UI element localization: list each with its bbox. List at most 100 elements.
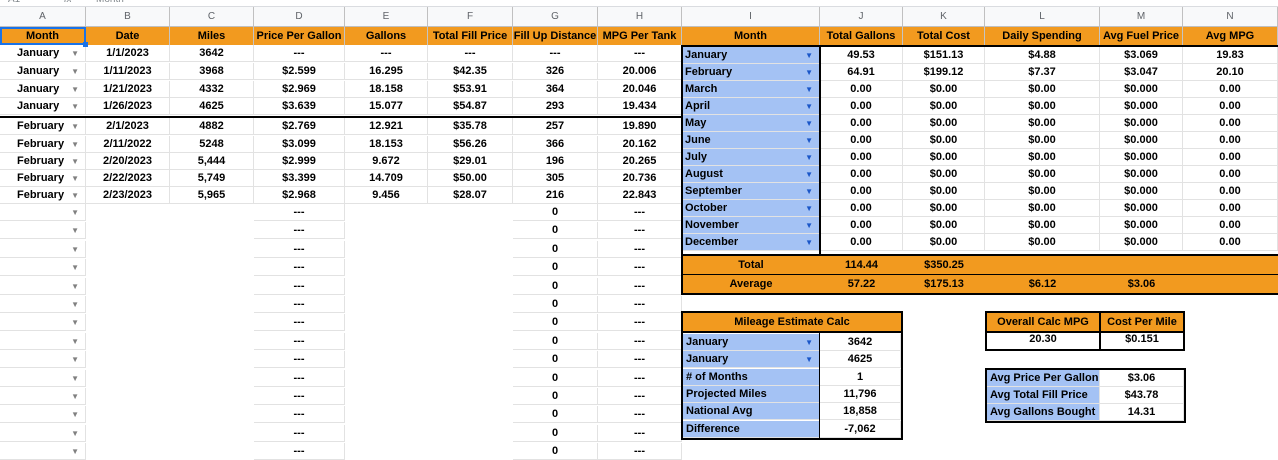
log-cell-miles[interactable]: 3968 [170,63,254,80]
log-cell-distance[interactable]: --- [513,45,598,62]
log-cell-price[interactable]: $3.399 [254,170,345,187]
empty-distance-cell[interactable]: 0 [513,388,598,405]
log-cell-date[interactable]: 2/1/2023 [86,118,170,135]
summary-average-gallons[interactable]: 57.22 [820,276,903,293]
log-cell-mpg[interactable]: --- [598,45,682,62]
empty-mpg-cell[interactable]: --- [598,369,682,387]
log-cell-price[interactable]: $3.099 [254,136,345,153]
empty-mpg-cell[interactable]: --- [598,351,682,369]
empty-distance-cell[interactable]: 0 [513,443,598,460]
log-cell-fill[interactable]: $42.35 [428,63,513,80]
log-cell-date[interactable]: 2/22/2023 [86,170,170,187]
empty-mpg-cell[interactable]: --- [598,424,682,442]
chevron-down-icon[interactable]: ▼ [71,370,79,386]
column-header-e[interactable]: E [345,7,428,27]
selection-handle[interactable] [83,42,88,47]
mileage-label-cell[interactable]: January ▼ [683,334,820,351]
log-cell-mpg[interactable]: 20.046 [598,81,682,98]
log-cell-date[interactable]: 1/26/2023 [86,98,170,115]
log-cell-month[interactable]: January ▼ [0,98,86,115]
chevron-down-icon[interactable]: ▼ [71,314,79,330]
log-cell-fill[interactable]: $28.07 [428,187,513,204]
log-cell-month[interactable]: February ▼ [0,153,86,170]
empty-mpg-cell[interactable]: --- [598,406,682,424]
log-cell-gallons[interactable]: 16.295 [345,63,428,80]
formula-input[interactable]: Month [96,0,124,5]
summary-header-1[interactable]: Total Gallons [820,27,903,45]
summary-header-4[interactable]: Avg Fuel Price [1100,27,1183,45]
log-cell-distance[interactable]: 196 [513,153,598,170]
empty-month-cell[interactable]: ▼ [0,314,86,332]
average-value[interactable]: 14.31 [1100,404,1184,421]
log-cell-miles[interactable]: 5,965 [170,187,254,204]
log-cell-date[interactable]: 2/23/2023 [86,187,170,204]
empty-price-cell[interactable]: --- [254,406,345,424]
empty-month-cell[interactable]: ▼ [0,406,86,424]
chevron-down-icon[interactable]: ▼ [71,406,79,422]
log-cell-month[interactable]: February ▼ [0,170,86,187]
log-cell-gallons[interactable]: 12.921 [345,118,428,135]
empty-price-cell[interactable]: --- [254,222,345,240]
empty-distance-cell[interactable]: 0 [513,332,598,350]
empty-month-cell[interactable]: ▼ [0,277,86,295]
chevron-down-icon[interactable]: ▼ [71,278,79,294]
log-cell-fill[interactable]: --- [428,45,513,62]
log-cell-month[interactable]: January ▼ [0,45,86,62]
summary-average-price[interactable]: $3.06 [1100,276,1183,293]
empty-month-cell[interactable]: ▼ [0,424,86,442]
summary-header-2[interactable]: Total Cost [903,27,985,45]
empty-mpg-cell[interactable]: --- [598,314,682,332]
log-cell-fill[interactable]: $56.26 [428,136,513,153]
log-cell-distance[interactable]: 293 [513,98,598,115]
chevron-down-icon[interactable]: ▼ [71,259,79,275]
average-value[interactable]: $43.78 [1100,387,1184,404]
summary-total-gallons[interactable]: 114.44 [820,257,903,274]
column-header-b[interactable]: B [86,7,170,27]
summary-average-cost[interactable]: $175.13 [903,276,985,293]
mileage-value[interactable]: 11,796 [820,385,901,403]
overall-mpg-value[interactable]: 20.30 [985,331,1101,351]
empty-distance-cell[interactable]: 0 [513,222,598,240]
log-cell-date[interactable]: 1/1/2023 [86,45,170,62]
cell-reference[interactable]: A1 [8,0,20,5]
log-header-7[interactable]: MPG Per Tank [598,27,682,45]
chevron-down-icon[interactable]: ▼ [71,443,79,459]
log-cell-gallons[interactable]: 18.153 [345,136,428,153]
log-cell-price[interactable]: --- [254,45,345,62]
chevron-down-icon[interactable]: ▼ [71,118,79,134]
mileage-value[interactable]: -7,062 [820,420,901,438]
log-cell-miles[interactable]: 4882 [170,118,254,135]
mileage-title[interactable]: Mileage Estimate Calc [681,311,903,333]
empty-month-cell[interactable]: ▼ [0,388,86,405]
chevron-down-icon[interactable]: ▼ [71,153,79,169]
log-header-2[interactable]: Miles [170,27,254,45]
log-cell-distance[interactable]: 305 [513,170,598,187]
log-cell-miles[interactable]: 5248 [170,136,254,153]
chevron-down-icon[interactable]: ▼ [71,187,79,203]
log-cell-mpg[interactable]: 20.006 [598,63,682,80]
chevron-down-icon[interactable]: ▼ [71,45,79,61]
column-header-n[interactable]: N [1183,7,1278,27]
empty-distance-cell[interactable]: 0 [513,424,598,442]
chevron-down-icon[interactable]: ▼ [71,136,79,152]
log-cell-fill[interactable]: $54.87 [428,98,513,115]
chevron-down-icon[interactable]: ▼ [71,425,79,441]
summary-total-cost[interactable]: $350.25 [903,257,985,274]
log-cell-miles[interactable]: 5,749 [170,170,254,187]
log-cell-mpg[interactable]: 20.736 [598,170,682,187]
column-header-l[interactable]: L [985,7,1100,27]
empty-month-cell[interactable]: ▼ [0,259,86,277]
log-cell-date[interactable]: 2/20/2023 [86,153,170,170]
empty-price-cell[interactable]: --- [254,259,345,277]
empty-mpg-cell[interactable]: --- [598,277,682,295]
empty-mpg-cell[interactable]: --- [598,443,682,460]
log-cell-mpg[interactable]: 22.843 [598,187,682,204]
log-cell-price[interactable]: $2.969 [254,81,345,98]
empty-distance-cell[interactable]: 0 [513,406,598,424]
cost-per-mile-value[interactable]: $0.151 [1099,331,1185,351]
log-cell-miles[interactable]: 3642 [170,45,254,62]
log-cell-miles[interactable]: 4332 [170,81,254,98]
chevron-down-icon[interactable]: ▼ [71,204,79,220]
column-header-f[interactable]: F [428,7,513,27]
column-header-d[interactable]: D [254,7,345,27]
